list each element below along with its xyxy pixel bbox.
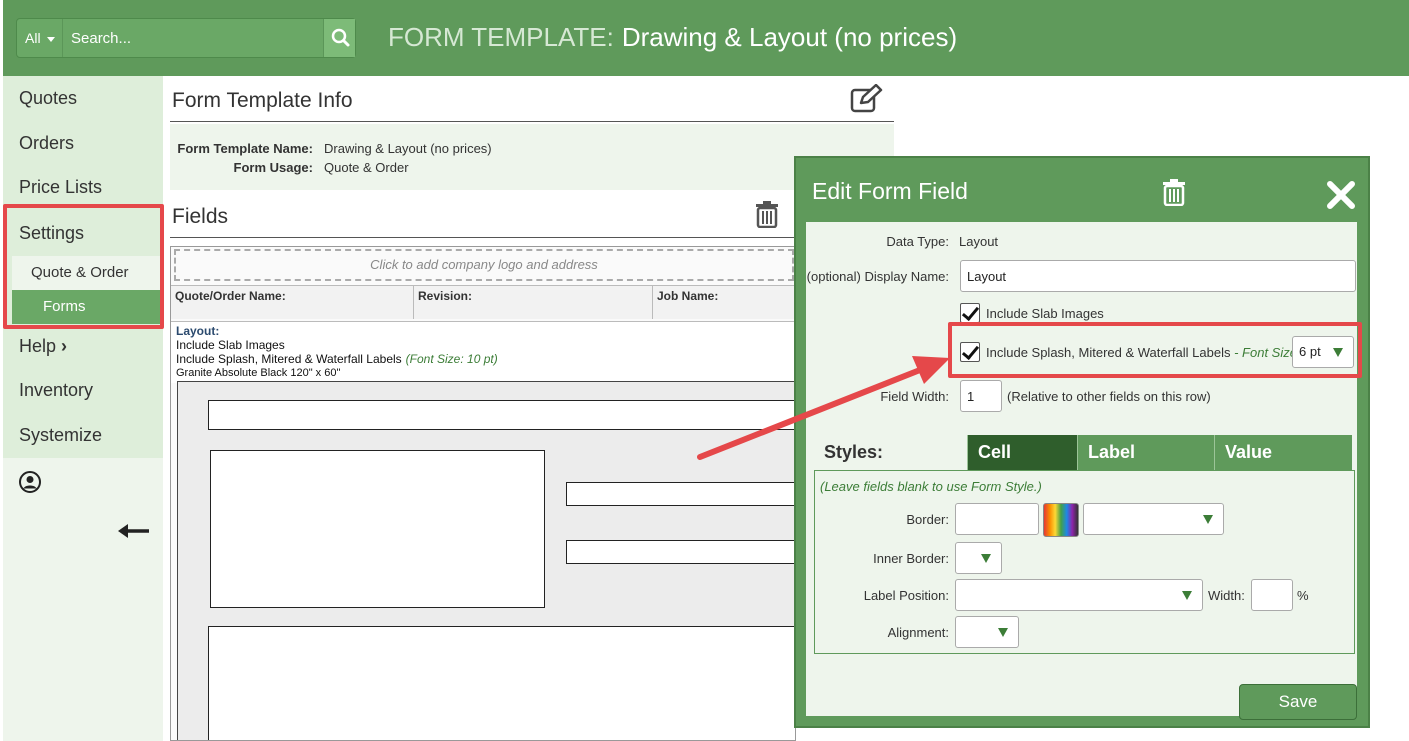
tab-cell[interactable]: Cell	[967, 435, 1077, 470]
percent-sign: %	[1297, 588, 1309, 603]
layout-line: Include Slab Images	[176, 338, 285, 352]
data-type-value: Layout	[959, 234, 999, 249]
data-type-label: Data Type:	[886, 234, 949, 249]
label-width-input[interactable]	[1251, 579, 1293, 611]
dialog-title: Edit Form Field	[812, 178, 968, 204]
drawing-piece	[210, 450, 545, 608]
form-template-info-title: Form Template Info	[172, 89, 353, 112]
sidebar-item-orders[interactable]: Orders	[19, 133, 74, 154]
field-width-note: (Relative to other fields on this row)	[1007, 389, 1211, 404]
sidebar-bottom	[3, 458, 163, 741]
column-header[interactable]: Revision:	[414, 285, 653, 319]
save-button[interactable]: Save	[1239, 684, 1357, 720]
search-input[interactable]	[63, 19, 323, 57]
display-name-field[interactable]	[960, 260, 1356, 292]
sidebar-item-quotes[interactable]: Quotes	[19, 88, 77, 109]
include-slab-images-checkbox[interactable]	[960, 303, 980, 323]
alignment-label: Alignment:	[887, 625, 949, 640]
page-title: FORM TEMPLATE: Drawing & Layout (no price…	[388, 22, 957, 53]
include-slab-images-label: Include Slab Images	[986, 306, 1104, 321]
column-header[interactable]: Job Name:	[653, 285, 795, 319]
border-style-select[interactable]	[1083, 503, 1224, 535]
search-button[interactable]	[323, 19, 355, 57]
search-scope-dropdown[interactable]: All	[17, 19, 63, 57]
form-usage-label: Form Usage:	[233, 160, 313, 175]
styles-hint: (Leave fields blank to use Form Style.)	[820, 479, 1042, 494]
field-width-input[interactable]	[960, 380, 1002, 412]
layout-label: Layout:	[176, 324, 220, 338]
page-title-text: Drawing & Layout (no prices)	[621, 22, 958, 52]
drawing-piece	[208, 626, 795, 740]
search-bar: All	[16, 18, 356, 58]
font-size-note: (Font Size: 10 pt)	[405, 352, 498, 366]
app-window: All FORM TEMPLATE:Drawing & Layout (no p…	[0, 0, 1409, 741]
trash-icon[interactable]	[754, 200, 780, 233]
top-header: All FORM TEMPLATE:Drawing & Layout (no p…	[3, 0, 1409, 76]
layout-field[interactable]: Layout: Include Slab Images Include Spla…	[171, 321, 795, 383]
label-position-select[interactable]	[955, 579, 1203, 611]
inner-border-select[interactable]	[955, 542, 1002, 574]
style-tabs: Cell Label Value	[811, 435, 1352, 470]
company-logo-placeholder[interactable]: Click to add company logo and address	[174, 249, 794, 281]
trash-icon[interactable]	[1161, 178, 1187, 211]
search-scope-label: All	[25, 30, 41, 46]
option-highlight	[948, 322, 1362, 378]
user-account-icon[interactable]	[18, 470, 42, 499]
template-name-label: Form Template Name:	[177, 141, 313, 156]
collapse-sidebar-icon[interactable]	[117, 520, 151, 547]
form-usage-value: Quote & Order	[324, 160, 409, 175]
width-label: Width:	[1208, 588, 1245, 603]
tab-label[interactable]: Label	[1077, 435, 1214, 470]
inner-border-label: Inner Border:	[873, 551, 949, 566]
border-label: Border:	[906, 512, 949, 527]
form-preview: Click to add company logo and address Qu…	[170, 246, 796, 741]
caret-down-icon	[46, 36, 55, 42]
form-template-info-box: Form Template Name: Drawing & Layout (no…	[170, 124, 894, 190]
sidebar-item-help[interactable]: Help ›	[19, 336, 67, 357]
search-icon	[331, 28, 350, 47]
template-name-value: Drawing & Layout (no prices)	[324, 141, 492, 156]
help-label: Help	[19, 336, 57, 356]
border-width-input[interactable]	[955, 503, 1039, 535]
label-position-label: Label Position:	[863, 588, 949, 603]
tab-value[interactable]: Value	[1214, 435, 1352, 470]
layout-line-text: Include Splash, Mitered & Waterfall Labe…	[176, 352, 402, 366]
sidebar-item-systemize[interactable]: Systemize	[19, 425, 102, 446]
styles-panel: (Leave fields blank to use Form Style.) …	[814, 470, 1355, 654]
color-picker-icon[interactable]	[1043, 503, 1079, 537]
drawing-piece	[566, 482, 795, 506]
edit-icon[interactable]	[849, 83, 883, 119]
settings-highlight	[3, 204, 164, 329]
page-title-prefix: FORM TEMPLATE:	[388, 22, 614, 52]
sidebar-item-inventory[interactable]: Inventory	[19, 380, 93, 401]
field-width-label: Field Width:	[880, 389, 949, 404]
close-icon[interactable]	[1326, 180, 1356, 215]
sidebar-item-price-lists[interactable]: Price Lists	[19, 177, 102, 198]
layout-drawing	[177, 381, 795, 740]
fields-title: Fields	[172, 205, 229, 228]
layout-line: Granite Absolute Black 120" x 60"	[176, 367, 341, 379]
divider	[170, 121, 894, 122]
divider	[170, 237, 794, 238]
display-name-label: (optional) Display Name:	[806, 269, 949, 284]
chevron-right-icon: ›	[61, 336, 68, 356]
drawing-piece	[566, 540, 795, 564]
layout-line: Include Splash, Mitered & Waterfall Labe…	[176, 352, 795, 366]
drawing-piece	[208, 400, 795, 430]
alignment-select[interactable]	[955, 616, 1019, 648]
column-header[interactable]: Quote/Order Name:	[171, 285, 414, 319]
edit-form-field-dialog: Edit Form Field Data Type: Layout (optio…	[794, 156, 1370, 728]
